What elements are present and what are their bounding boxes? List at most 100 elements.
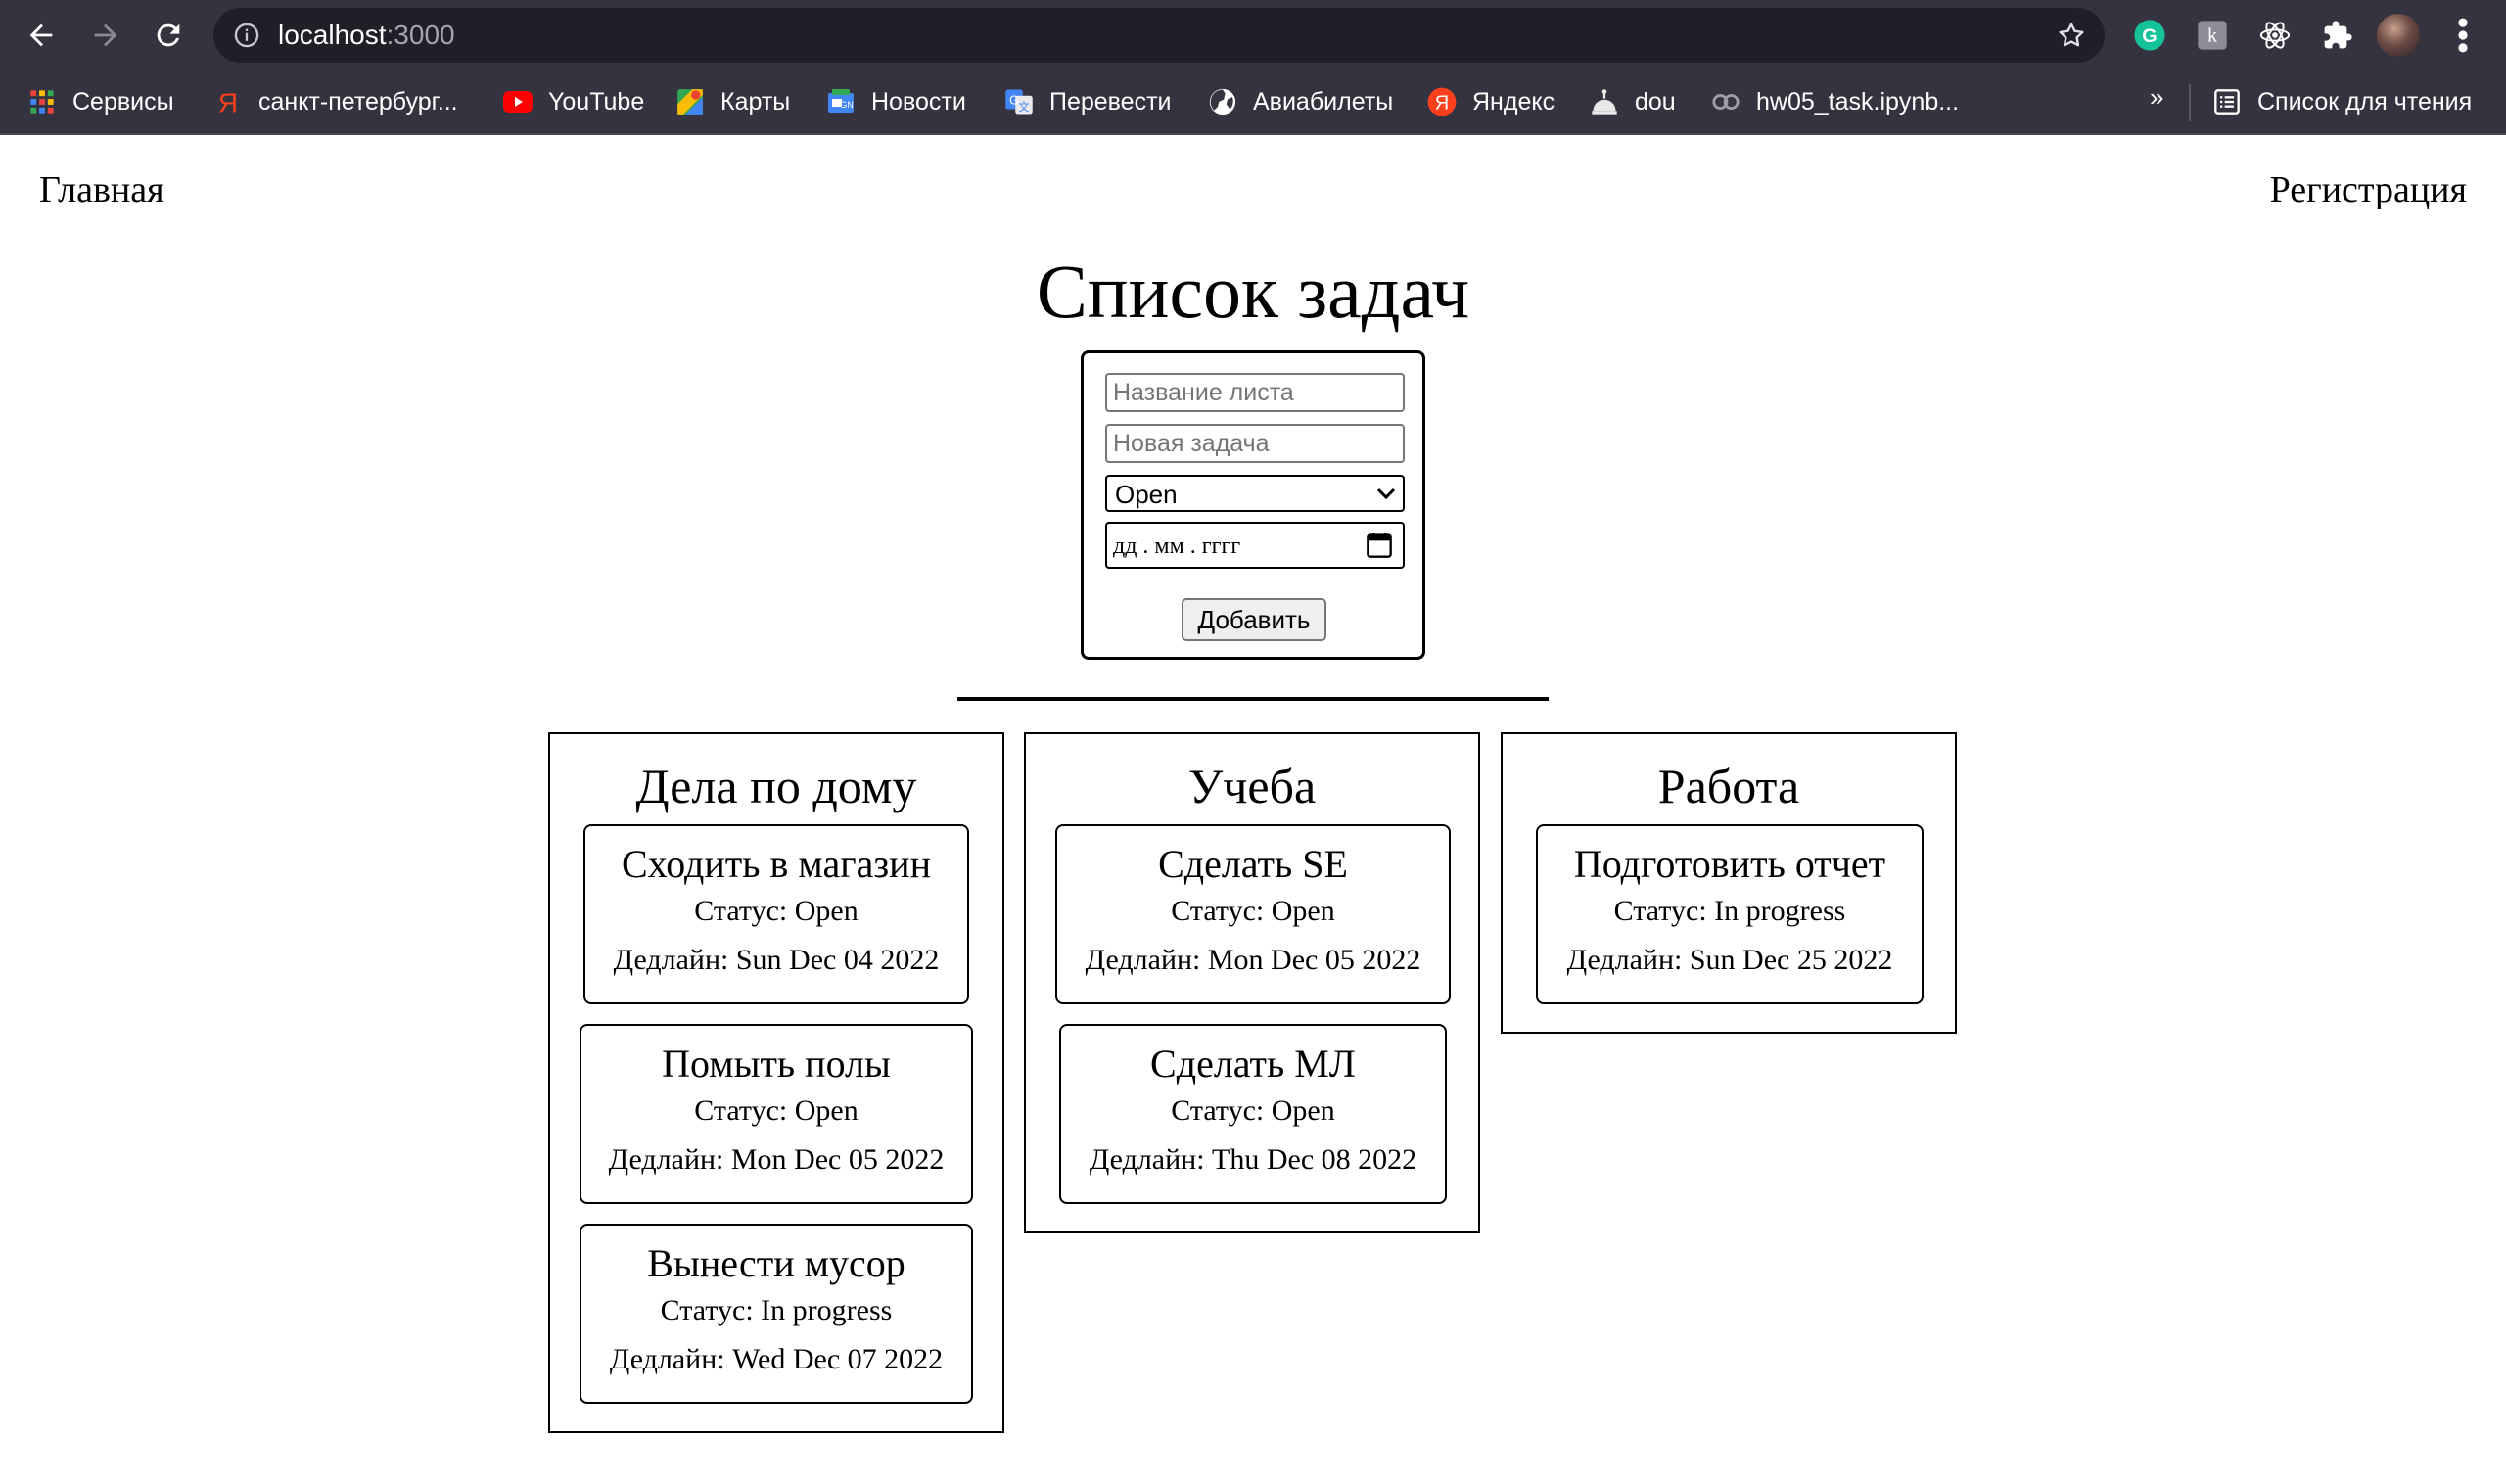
svg-text:G: G (2142, 25, 2157, 47)
address-bar[interactable]: localhost:3000 (213, 8, 2105, 63)
bookmark-news[interactable]: GN Новости (826, 84, 966, 119)
list-column-work: Работа Подготовить отчет Статус: In prog… (1501, 732, 1957, 1034)
task-title: Сделать SE (1158, 842, 1348, 886)
browser-toolbar: localhost:3000 G k (0, 0, 2506, 70)
bookmark-youtube[interactable]: YouTube (503, 84, 644, 119)
task-status: Статус: Open (1171, 1094, 1335, 1127)
bookmark-yandex[interactable]: Я Яндекс (1427, 84, 1555, 119)
reload-icon (157, 23, 180, 47)
status-select[interactable]: Open (1105, 475, 1405, 512)
date-placeholder: дд . мм . гггг (1113, 533, 1241, 559)
list-title: Работа (1657, 759, 1800, 813)
status-select-value: Open (1115, 480, 1178, 509)
page-title: Список задач (1036, 249, 1470, 334)
bookmark-label: YouTube (548, 87, 645, 116)
task-status: Статус: Open (694, 895, 859, 927)
section-divider (957, 697, 1549, 701)
reading-list-label: Список для чтения (2257, 87, 2473, 116)
bookmark-maps[interactable]: Карты (675, 84, 790, 119)
task-card[interactable]: Помыть полы Статус: Open Дедлайн: Mon De… (580, 1024, 973, 1204)
list-title: Учеба (1187, 759, 1317, 813)
bookmark-spb[interactable]: Я санкт-петербург... (213, 84, 458, 119)
bookmark-label: dou (1635, 87, 1676, 116)
react-devtools-extension[interactable] (2255, 16, 2295, 55)
k-extension[interactable]: k (2193, 16, 2232, 55)
task-card[interactable]: Сделать SE Статус: Open Дедлайн: Mon Dec… (1055, 824, 1451, 1004)
bookmark-aviatickets[interactable]: Авиабилеты (1208, 84, 1393, 119)
task-status: Статус: In progress (660, 1294, 893, 1326)
task-title: Вынести мусор (647, 1241, 905, 1285)
task-deadline: Дедлайн: Mon Dec 05 2022 (608, 1143, 945, 1176)
k-extension-icon: k (2198, 21, 2227, 50)
bookmarks-overflow-button[interactable]: » (2150, 82, 2163, 113)
grammarly-icon: G (2134, 20, 2165, 51)
colab-icon (1711, 87, 1740, 116)
task-title: Подготовить отчет (1573, 842, 1886, 886)
nav-home-link[interactable]: Главная (39, 166, 164, 213)
new-task-input[interactable] (1105, 424, 1405, 463)
maps-icon (675, 87, 705, 116)
back-button[interactable] (18, 12, 65, 59)
bookmark-label: Авиабилеты (1253, 87, 1394, 116)
grammarly-extension[interactable]: G (2130, 16, 2169, 55)
task-card[interactable]: Сходить в магазин Статус: Open Дедлайн: … (583, 824, 969, 1004)
extensions-button[interactable] (2318, 16, 2357, 55)
bookmark-services[interactable]: Сервисы (27, 84, 174, 119)
svg-text:文: 文 (1018, 100, 1029, 114)
url-host: localhost (278, 20, 387, 50)
list-column-home: Дела по дому Сходить в магазин Статус: O… (548, 732, 1004, 1433)
bookmark-label: санкт-петербург... (258, 87, 458, 116)
profile-avatar[interactable] (2377, 14, 2420, 57)
task-card[interactable]: Подготовить отчет Статус: In progress Де… (1536, 824, 1924, 1004)
info-icon[interactable] (233, 22, 260, 49)
add-button[interactable]: Добавить (1182, 598, 1326, 641)
news-icon: GN (826, 87, 856, 116)
task-deadline: Дедлайн: Wed Dec 07 2022 (609, 1343, 944, 1375)
calendar-icon[interactable] (1366, 532, 1393, 559)
react-atom-icon (2259, 22, 2291, 49)
task-title: Сходить в магазин (622, 842, 931, 886)
add-task-form: Open дд . мм . гггг Добавить (1081, 350, 1425, 660)
apps-grid-icon (27, 87, 57, 116)
bookmark-label: Новости (871, 87, 966, 116)
nav-register-link[interactable]: Регистрация (2270, 166, 2467, 213)
arrow-right-icon (94, 23, 117, 47)
forward-button[interactable] (82, 12, 129, 59)
yandex-icon: Я (1427, 87, 1457, 116)
bookmark-dou[interactable]: dou (1590, 84, 1676, 119)
task-deadline: Дедлайн: Sun Dec 04 2022 (613, 944, 940, 976)
list-name-input[interactable] (1105, 373, 1405, 412)
deadline-date-input[interactable]: дд . мм . гггг (1105, 522, 1405, 569)
task-status: Статус: Open (1171, 895, 1335, 927)
url-text: localhost:3000 (278, 18, 455, 53)
bookmark-label: Яндекс (1472, 87, 1555, 116)
url-port: :3000 (386, 20, 455, 50)
youtube-icon (503, 87, 533, 116)
bookmark-label: hw05_task.ipynb... (1756, 87, 1960, 116)
bookmarks-separator (2189, 84, 2191, 121)
reading-list-button[interactable]: Список для чтения (2212, 84, 2472, 119)
reload-button[interactable] (145, 12, 192, 59)
svg-text:Я: Я (1435, 93, 1449, 115)
arrow-left-icon (29, 23, 53, 47)
svg-text:k: k (2207, 25, 2217, 47)
task-card[interactable]: Сделать МЛ Статус: Open Дедлайн: Thu Dec… (1059, 1024, 1447, 1204)
task-deadline: Дедлайн: Thu Dec 08 2022 (1089, 1143, 1417, 1176)
yandex-y-icon: Я (213, 87, 243, 117)
bookmark-translate[interactable]: G文 Перевести (1004, 84, 1172, 119)
bookmark-label: Перевести (1049, 87, 1172, 116)
translate-icon: G文 (1004, 87, 1034, 116)
task-title: Сделать МЛ (1150, 1042, 1356, 1086)
bookmarks-bar: Сервисы Я санкт-петербург... YouTube Кар… (0, 70, 2506, 135)
bookmark-colab[interactable]: hw05_task.ipynb... (1711, 84, 1959, 119)
bookmark-label: Карты (720, 87, 791, 116)
task-card[interactable]: Вынести мусор Статус: In progress Дедлай… (580, 1224, 973, 1404)
task-status: Статус: Open (694, 1094, 859, 1127)
bookmark-star-icon[interactable] (2056, 20, 2087, 51)
list-column-study: Учеба Сделать SE Статус: Open Дедлайн: M… (1024, 732, 1480, 1233)
chevron-down-icon (1376, 487, 1396, 500)
reading-list-icon (2212, 87, 2242, 116)
task-title: Помыть полы (662, 1042, 891, 1086)
more-vert-icon[interactable] (2447, 14, 2479, 57)
puzzle-piece-icon (2324, 21, 2352, 49)
